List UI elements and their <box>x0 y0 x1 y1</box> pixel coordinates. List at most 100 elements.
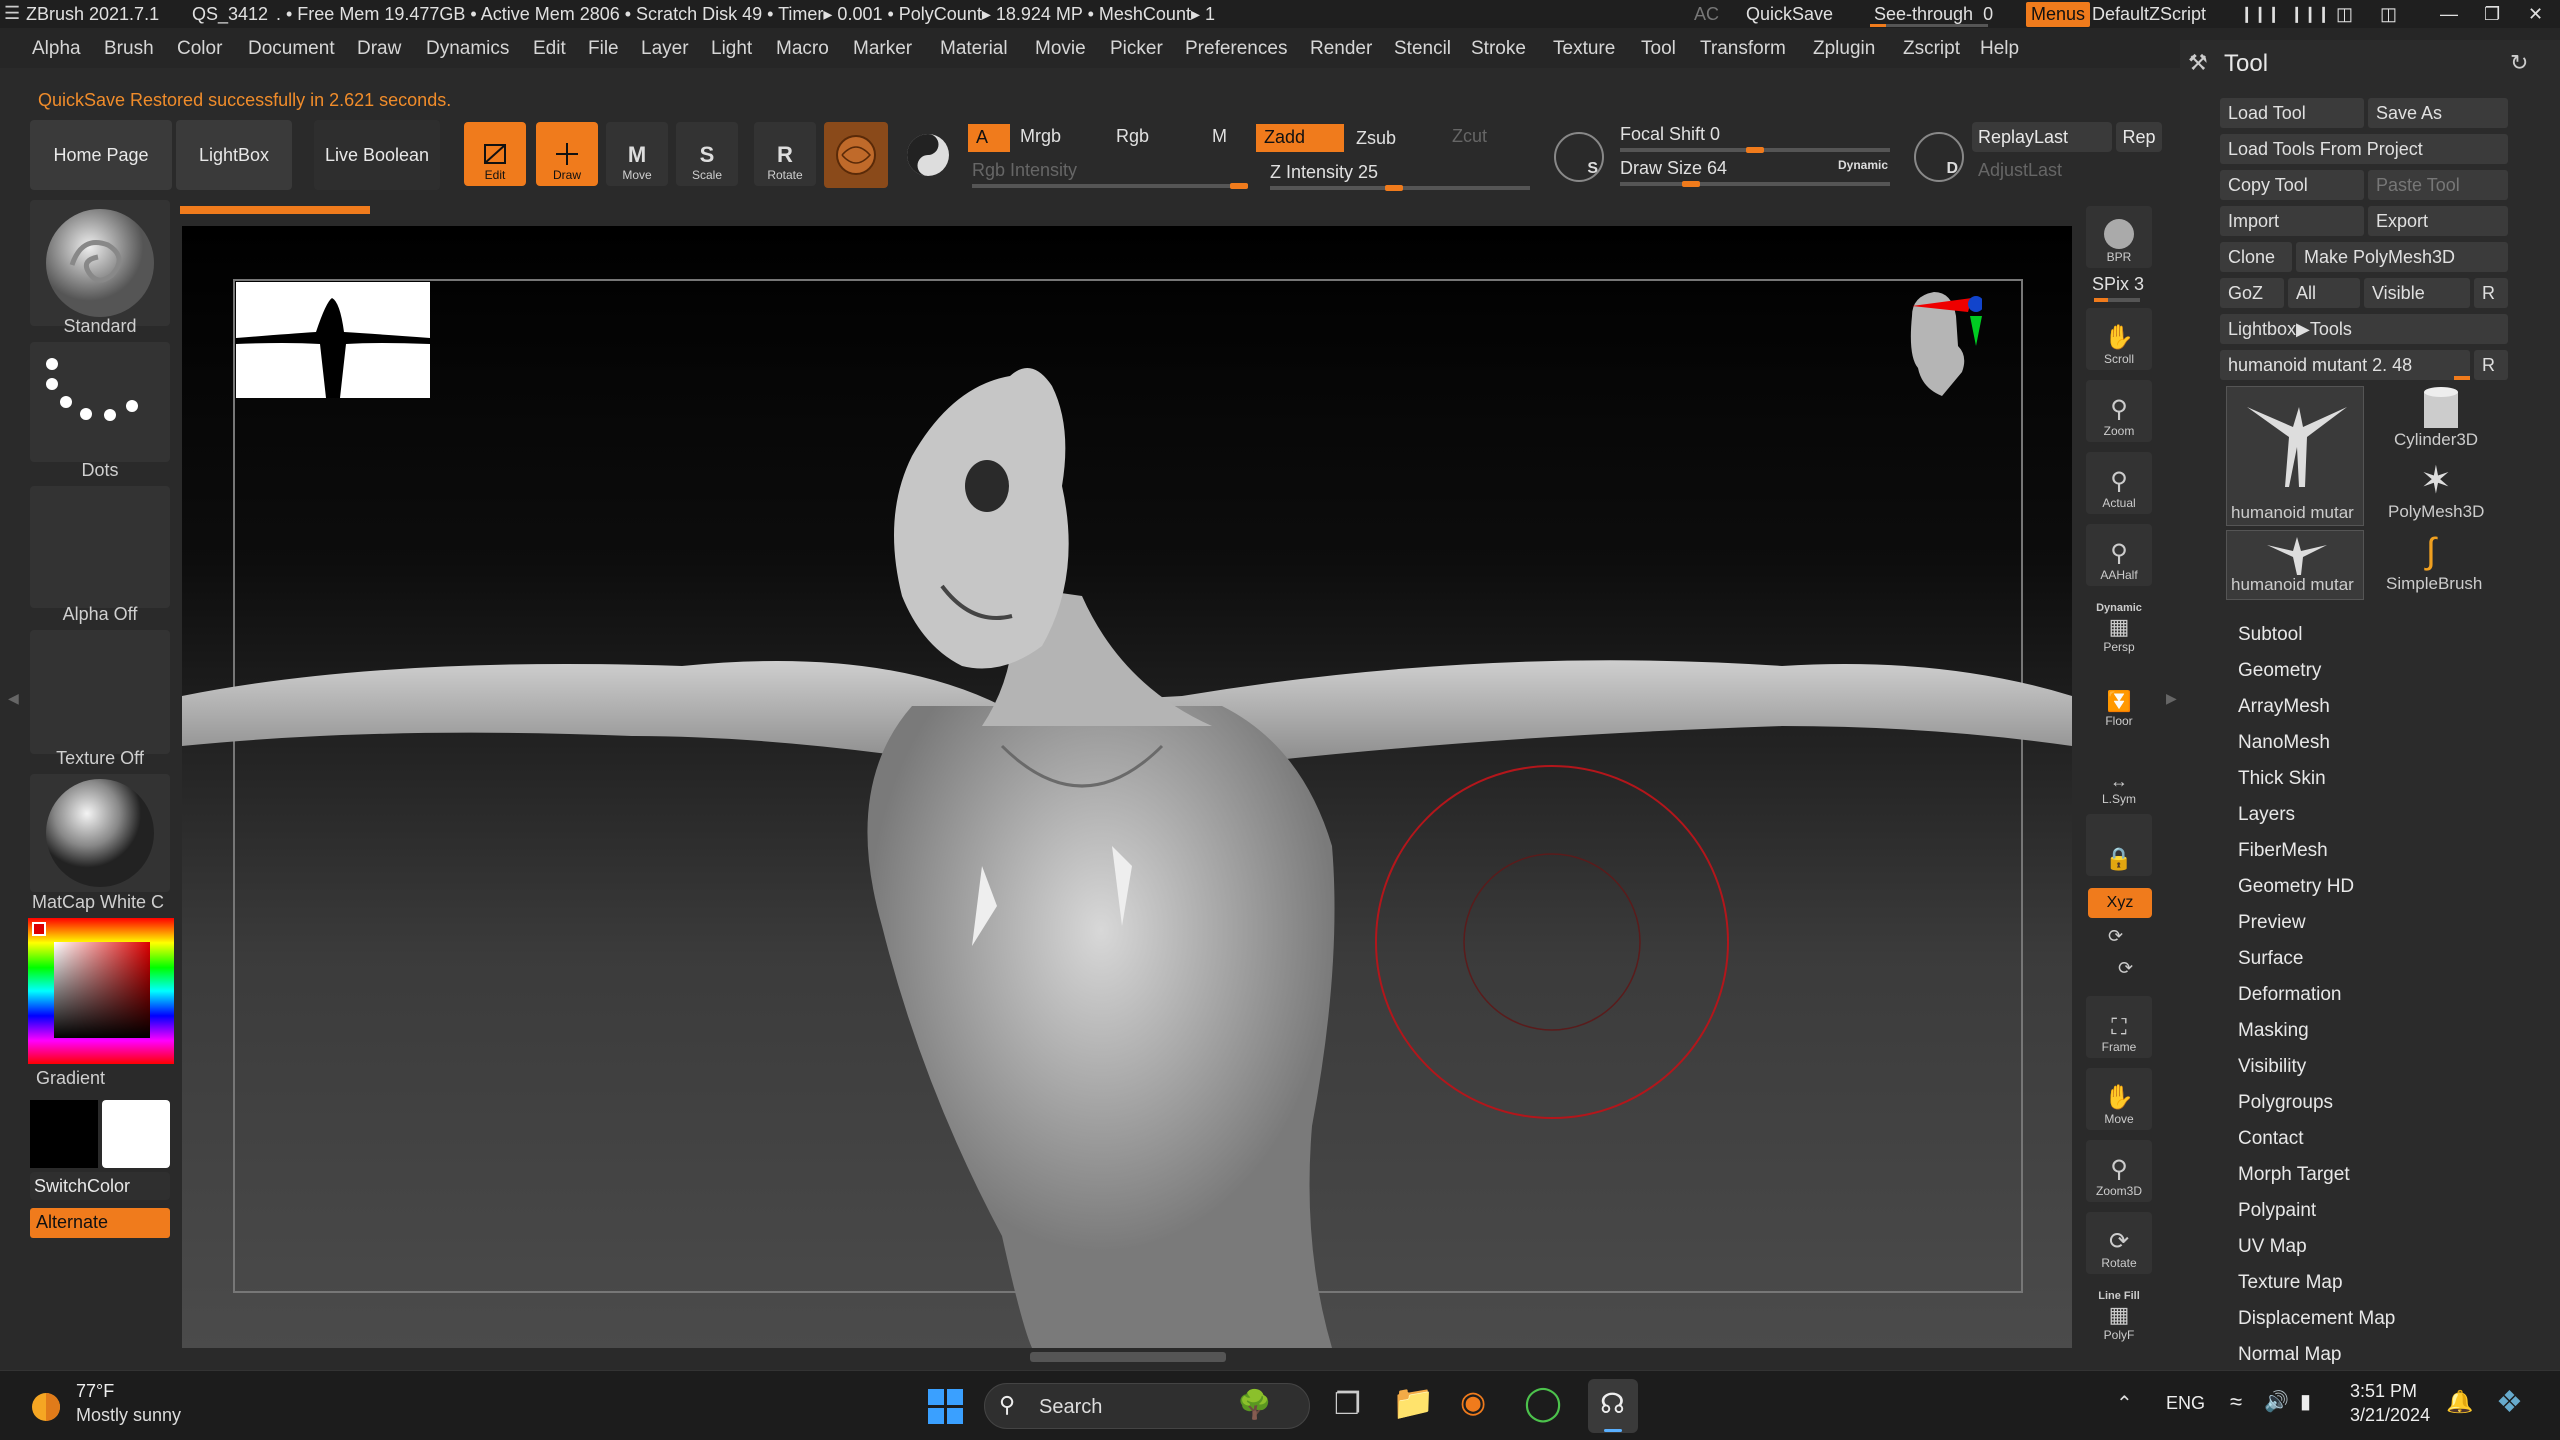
spotlight-button[interactable]: S <box>1554 132 1604 182</box>
subpalette-polypaint[interactable]: Polypaint <box>2238 1200 2316 1222</box>
subpalette-normal-map[interactable]: Normal Map <box>2238 1344 2341 1366</box>
chrome-icon[interactable]: ◯ <box>1524 1383 1562 1423</box>
rotate-view-button[interactable]: ⟳ Rotate <box>2086 1212 2152 1274</box>
menu-render[interactable]: Render <box>1310 38 1372 60</box>
zoom3d-button[interactable]: ⚲ Zoom3D <box>2086 1140 2152 1202</box>
menu-preferences[interactable]: Preferences <box>1185 38 1287 60</box>
left-collapse-arrow-icon[interactable]: ◀ <box>8 690 19 707</box>
scale-button[interactable]: S Scale <box>676 122 738 186</box>
lightbox-button[interactable]: LightBox <box>176 120 292 190</box>
material-thumbnail[interactable] <box>30 774 170 892</box>
spix-slider[interactable]: SPix 3 <box>2092 274 2144 295</box>
load-tool-button[interactable]: Load Tool <box>2220 98 2364 128</box>
subpalette-masking[interactable]: Masking <box>2238 1020 2309 1042</box>
taskbar-search-box[interactable]: ⚲ Search 🌳 <box>984 1383 1310 1429</box>
tray-chevron-icon[interactable]: ⌃ <box>2116 1391 2133 1416</box>
zbrush-taskbar-button[interactable]: ☊ <box>1588 1379 1638 1433</box>
draw-button[interactable]: Draw <box>536 122 598 186</box>
current-tool-r-button[interactable]: R <box>2474 350 2508 380</box>
menu-transform[interactable]: Transform <box>1700 38 1786 60</box>
goz-button[interactable]: GoZ <box>2220 278 2284 308</box>
menu-stroke[interactable]: Stroke <box>1471 38 1526 60</box>
humanoid-mutant-model[interactable] <box>182 226 2072 1348</box>
load-tools-from-project-button[interactable]: Load Tools From Project <box>2220 134 2508 164</box>
copy-tool-button[interactable]: Copy Tool <box>2220 170 2364 200</box>
menu-movie[interactable]: Movie <box>1035 38 1086 60</box>
color-mode-button[interactable] <box>900 122 956 188</box>
zcut-toggle[interactable]: Zcut <box>1452 126 1487 147</box>
export-button[interactable]: Export <box>2368 206 2508 236</box>
weather-desc[interactable]: Mostly sunny <box>76 1405 181 1426</box>
subpalette-thick-skin[interactable]: Thick Skin <box>2238 768 2326 790</box>
switchcolor-button[interactable]: SwitchColor <box>30 1172 170 1200</box>
menus-toggle[interactable]: Menus <box>2026 2 2091 27</box>
palette-pin-icon[interactable]: ⚒ <box>2188 50 2208 76</box>
color-square[interactable] <box>54 942 150 1038</box>
battery-icon[interactable]: ▮ <box>2300 1389 2311 1414</box>
subpalette-preview[interactable]: Preview <box>2238 912 2306 934</box>
rgb-toggle[interactable]: Rgb <box>1116 126 1149 147</box>
subpalette-subtool[interactable]: Subtool <box>2238 624 2302 646</box>
texture-thumbnail[interactable] <box>30 630 170 754</box>
menu-file[interactable]: File <box>588 38 619 60</box>
wifi-icon[interactable]: ≈ <box>2230 1389 2242 1415</box>
subpalette-fibermesh[interactable]: FiberMesh <box>2238 840 2328 862</box>
minimize-icon[interactable]: — <box>2440 4 2458 25</box>
menu-alpha[interactable]: Alpha <box>32 38 81 60</box>
menu-layer[interactable]: Layer <box>641 38 689 60</box>
tool-thumb-cylinder[interactable]: Cylinder3D <box>2370 386 2508 456</box>
move-view-button[interactable]: ✋ Move <box>2086 1068 2152 1130</box>
layout-icon-3[interactable]: ◫ <box>2336 4 2353 25</box>
tool-thumb-humanoid-2[interactable]: humanoid mutar <box>2226 530 2364 600</box>
quicksave-button[interactable]: QuickSave <box>1746 4 1833 25</box>
xyz-toggle[interactable]: Xyz <box>2088 888 2152 918</box>
rep-button[interactable]: Rep <box>2116 122 2162 152</box>
subpalette-layers[interactable]: Layers <box>2238 804 2295 826</box>
z-intensity-slider[interactable]: Z Intensity 25 <box>1270 162 1378 183</box>
make-polymesh3d-button[interactable]: Make PolyMesh3D <box>2296 242 2508 272</box>
menu-zscript[interactable]: Zscript <box>1903 38 1960 60</box>
primary-color-swatch[interactable] <box>30 1100 98 1168</box>
replay-last-button[interactable]: ReplayLast <box>1972 122 2112 152</box>
bpr-button[interactable]: BPR <box>2086 206 2152 268</box>
subpalette-nanomesh[interactable]: NanoMesh <box>2238 732 2330 754</box>
goz-all-button[interactable]: All <box>2288 278 2360 308</box>
default-zscript-button[interactable]: DefaultZScript <box>2092 4 2206 25</box>
current-tool-slider[interactable]: humanoid mutant 2. 48 <box>2220 350 2470 380</box>
scroll-button[interactable]: ✋ Scroll <box>2086 308 2152 370</box>
lightbox-tools-button[interactable]: Lightbox▶Tools <box>2220 314 2508 344</box>
alternate-button[interactable]: Alternate <box>30 1208 170 1238</box>
tool-thumb-humanoid-1[interactable]: humanoid mutar <box>2226 386 2364 526</box>
menu-document[interactable]: Document <box>248 38 335 60</box>
menu-marker[interactable]: Marker <box>853 38 912 60</box>
draw-size-knob[interactable] <box>1682 181 1701 187</box>
rotate-y-icon[interactable]: ⟳ <box>2108 926 2123 947</box>
subpalette-deformation[interactable]: Deformation <box>2238 984 2342 1006</box>
subpalette-arraymesh[interactable]: ArrayMesh <box>2238 696 2330 718</box>
menu-macro[interactable]: Macro <box>776 38 829 60</box>
subpalette-contact[interactable]: Contact <box>2238 1128 2303 1150</box>
spix-track[interactable] <box>2094 298 2140 302</box>
copilot-icon[interactable]: ❖ <box>2496 1385 2523 1420</box>
seethrough-slider[interactable]: See-through 0 <box>1874 4 1993 25</box>
tool-thumb-polymesh[interactable]: ✶ PolyMesh3D <box>2370 458 2508 528</box>
menu-stencil[interactable]: Stencil <box>1394 38 1451 60</box>
menu-texture[interactable]: Texture <box>1553 38 1615 60</box>
tool-thumb-simplebrush[interactable]: ∫ SimpleBrush <box>2370 530 2508 600</box>
nav-thumbnail[interactable] <box>236 282 430 398</box>
material-sphere-button[interactable] <box>824 122 888 188</box>
secondary-color-swatch[interactable] <box>102 1100 170 1168</box>
subpalette-polygroups[interactable]: Polygroups <box>2238 1092 2333 1114</box>
rgb-intensity-slider[interactable]: Rgb Intensity <box>972 160 1077 181</box>
subpalette-morph-target[interactable]: Morph Target <box>2238 1164 2350 1186</box>
palette-refresh-icon[interactable]: ↻ <box>2510 50 2528 76</box>
menu-light[interactable]: Light <box>711 38 752 60</box>
live-boolean-button[interactable]: Live Boolean <box>314 120 440 190</box>
adjust-last-button[interactable]: AdjustLast <box>1978 160 2062 181</box>
rotate-z-icon[interactable]: ⟳ <box>2118 958 2133 979</box>
subpalette-displacement-map[interactable]: Displacement Map <box>2238 1308 2395 1330</box>
right-collapse-arrow-icon[interactable]: ▶ <box>2166 690 2177 707</box>
draw-size-slider[interactable]: Draw Size 64 <box>1620 158 1727 179</box>
alpha-thumbnail[interactable] <box>30 486 170 608</box>
rotate-button[interactable]: R Rotate <box>754 122 816 186</box>
